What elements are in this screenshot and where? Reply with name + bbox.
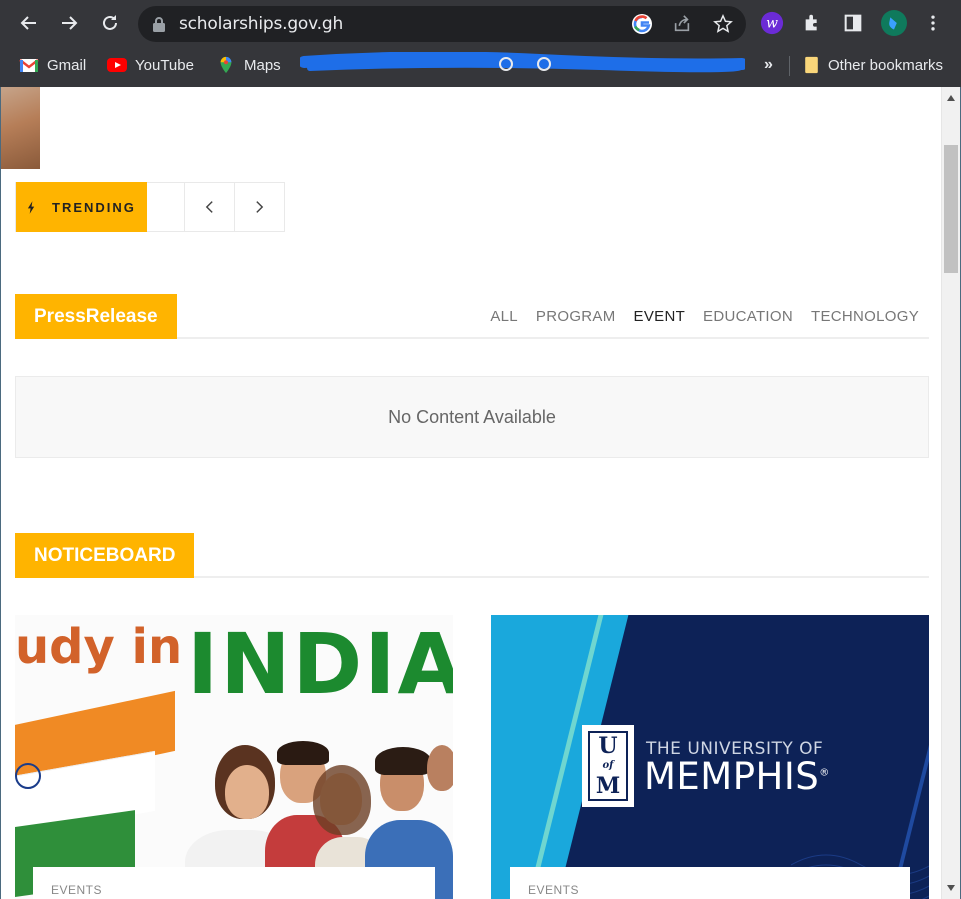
reload-icon bbox=[103, 15, 117, 30]
scroll-up-arrow-icon[interactable] bbox=[947, 95, 955, 101]
trending-bar: TRENDING bbox=[15, 182, 285, 232]
browser-toolbar: scholarships.gov.gh w bbox=[0, 0, 961, 46]
back-button[interactable] bbox=[14, 8, 44, 38]
noticeboard-header: NOTICEBOARD bbox=[15, 532, 929, 578]
other-bookmarks-label: Other bookmarks bbox=[828, 56, 944, 74]
student-hair bbox=[277, 741, 329, 765]
filter-education[interactable]: EDUCATION bbox=[703, 308, 793, 325]
scrollbar-thumb[interactable] bbox=[944, 145, 958, 273]
menu-dots-icon[interactable] bbox=[920, 10, 946, 36]
card-category: EVENTS bbox=[33, 867, 435, 899]
bookmark-youtube[interactable]: YouTube bbox=[107, 54, 194, 76]
noticeboard-card-india[interactable]: udy in INDIA EVENTS bbox=[15, 615, 453, 899]
arrow-left-icon bbox=[20, 16, 36, 30]
chevron-left-icon bbox=[205, 201, 213, 213]
trending-prev-button[interactable] bbox=[184, 183, 234, 231]
noticeboard-title: NOTICEBOARD bbox=[15, 533, 195, 578]
maps-icon bbox=[220, 56, 232, 74]
share-icon[interactable] bbox=[671, 13, 693, 35]
student-face bbox=[427, 745, 453, 791]
redaction-scribble bbox=[300, 52, 745, 73]
reload-button[interactable] bbox=[95, 8, 125, 38]
page-scrollbar[interactable] bbox=[941, 87, 960, 899]
profile-avatar[interactable] bbox=[881, 10, 907, 36]
student-hair bbox=[375, 747, 431, 775]
bookmark-maps[interactable]: Maps bbox=[216, 54, 281, 76]
memphis-title-line-2: MEMPHIS® bbox=[644, 755, 830, 798]
registered-mark: ® bbox=[819, 767, 830, 779]
logo-letters-of: of bbox=[602, 760, 614, 771]
google-icon[interactable] bbox=[631, 13, 653, 35]
forward-button[interactable] bbox=[54, 8, 84, 38]
overflow-chevron: » bbox=[764, 56, 773, 73]
logo-letter-m: M bbox=[595, 773, 621, 799]
bookmark-label: Maps bbox=[244, 56, 281, 74]
logo-letter-u: U bbox=[598, 733, 618, 759]
ashoka-chakra-icon bbox=[15, 763, 41, 789]
student-hair bbox=[313, 765, 371, 835]
url-text: scholarships.gov.gh bbox=[179, 14, 344, 34]
svg-text:w: w bbox=[766, 16, 778, 32]
page-viewport: TRENDING PressRelease ALL PROGRAM EVENT … bbox=[0, 87, 961, 899]
chevron-right-icon bbox=[256, 201, 264, 213]
press-release-filters: ALL PROGRAM EVENT EDUCATION TECHNOLOGY bbox=[490, 308, 919, 325]
lock-icon bbox=[153, 17, 165, 32]
bookmark-gmail[interactable]: Gmail bbox=[19, 54, 86, 76]
gmail-icon bbox=[19, 59, 39, 72]
trending-text: TRENDING bbox=[52, 199, 136, 215]
bookmarks-overflow-button[interactable]: » bbox=[764, 54, 773, 76]
press-release-title: PressRelease bbox=[15, 294, 177, 339]
card-category: EVENTS bbox=[510, 867, 910, 899]
extensions-puzzle-icon[interactable] bbox=[800, 10, 826, 36]
trending-label: TRENDING bbox=[16, 182, 147, 232]
extension-w-icon[interactable]: w bbox=[759, 10, 785, 36]
filter-event[interactable]: EVENT bbox=[634, 308, 686, 325]
bookmarks-divider bbox=[789, 56, 790, 76]
filter-all[interactable]: ALL bbox=[490, 308, 518, 325]
india-image-text-2: INDIA bbox=[187, 615, 453, 713]
browser-chrome: scholarships.gov.gh w Gmail YouTube Maps… bbox=[0, 0, 961, 87]
header-image-fragment bbox=[1, 87, 40, 169]
noticeboard-card-memphis[interactable]: U of M THE UNIVERSITY OF MEMPHIS® EVENTS bbox=[491, 615, 929, 899]
press-release-header: PressRelease ALL PROGRAM EVENT EDUCATION… bbox=[15, 293, 929, 339]
scroll-down-arrow-icon[interactable] bbox=[947, 885, 955, 891]
student-face bbox=[225, 765, 269, 819]
side-panel-icon[interactable] bbox=[840, 10, 866, 36]
youtube-icon bbox=[107, 58, 127, 72]
star-icon[interactable] bbox=[712, 13, 734, 35]
india-image-text-1: udy in bbox=[15, 619, 183, 675]
filter-program[interactable]: PROGRAM bbox=[536, 308, 616, 325]
lightning-icon bbox=[27, 200, 35, 214]
filter-technology[interactable]: TECHNOLOGY bbox=[811, 308, 919, 325]
address-bar[interactable]: scholarships.gov.gh bbox=[138, 6, 746, 42]
empty-state-message: No Content Available bbox=[15, 376, 929, 458]
trending-next-button[interactable] bbox=[234, 183, 284, 231]
memphis-wordmark: MEMPHIS bbox=[644, 755, 820, 798]
bookmark-label: YouTube bbox=[135, 56, 194, 74]
folder-icon bbox=[805, 56, 818, 74]
university-of-memphis-logo: U of M bbox=[582, 725, 634, 807]
arrow-right-icon bbox=[62, 16, 78, 30]
bookmark-other-folder[interactable]: Other bookmarks bbox=[803, 54, 943, 76]
bookmark-label: Gmail bbox=[47, 56, 87, 74]
